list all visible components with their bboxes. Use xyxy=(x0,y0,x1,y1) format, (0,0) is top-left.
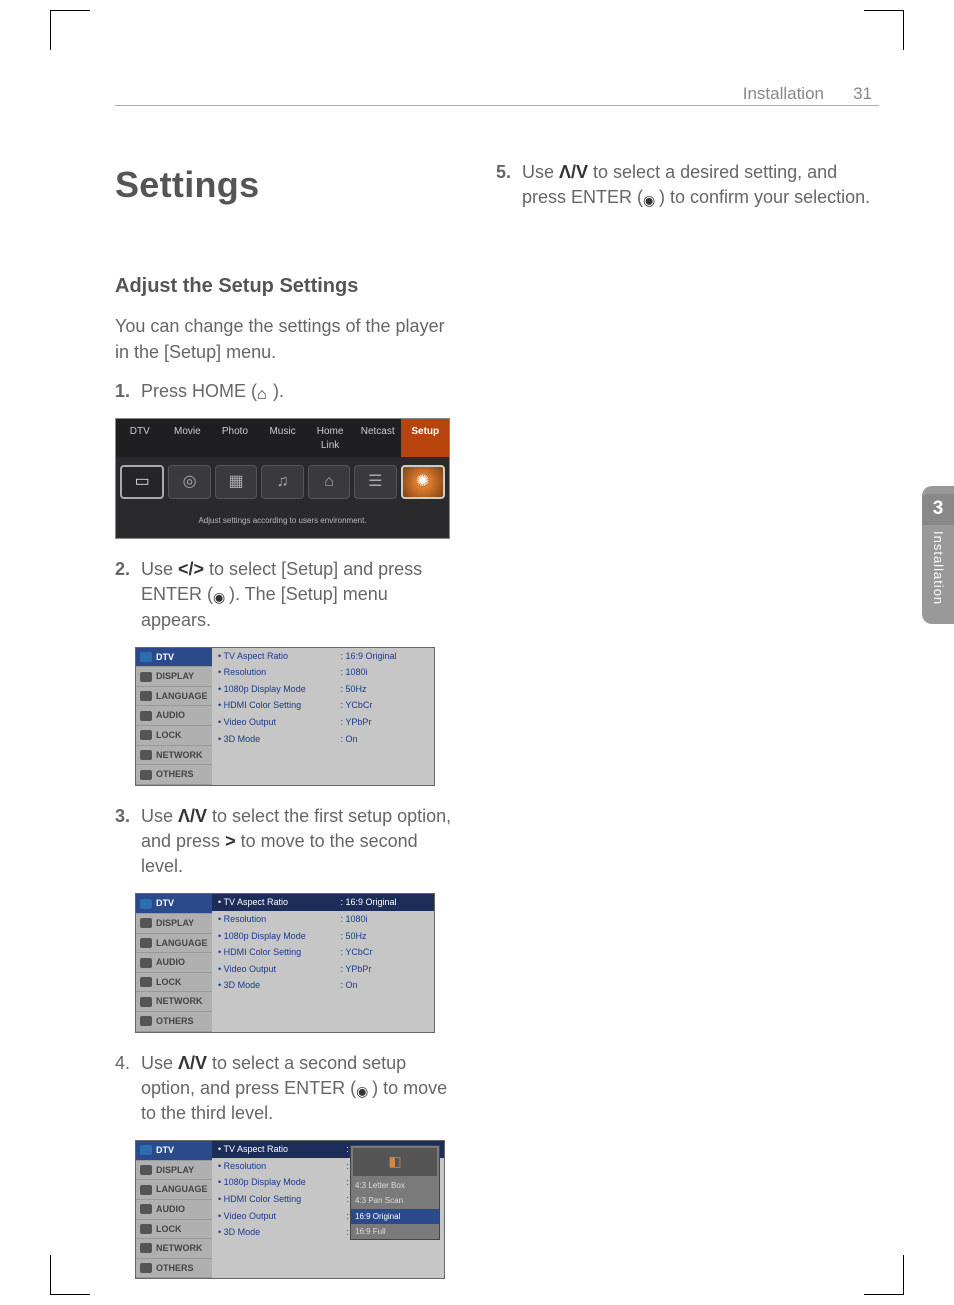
enter-icon xyxy=(213,584,229,600)
setup-row: • Resolution: 1080i xyxy=(212,911,434,928)
step-text: Press HOME ( xyxy=(141,381,257,401)
page-title: Settings xyxy=(115,160,460,210)
enter-icon xyxy=(643,187,659,203)
header-section: Installation xyxy=(743,82,824,106)
side-item-dtv: DTV xyxy=(136,648,212,668)
home-tab: Movie xyxy=(164,419,212,457)
step-1: 1. Press HOME (). xyxy=(115,379,460,404)
home-menu-screenshot: DTV Movie Photo Music Home Link Netcast … xyxy=(115,418,450,539)
step-number: 1. xyxy=(115,379,133,404)
side-item-language: LANGUAGE xyxy=(136,687,212,707)
home-menu-description: Adjust settings according to users envir… xyxy=(116,505,449,538)
side-item-others: OTHERS xyxy=(136,1259,212,1279)
popup-option: 4:3 Letter Box xyxy=(351,1178,439,1193)
setup-menu-screenshot-1: DTV DISPLAY LANGUAGE AUDIO LOCK NETWORK … xyxy=(135,647,435,786)
section-heading: Adjust the Setup Settings xyxy=(115,272,460,300)
setup-row-highlight: • TV Aspect Ratio: 16:9 Original xyxy=(212,894,434,911)
edge-tab-label: Installation xyxy=(929,531,947,605)
home-tab: Photo xyxy=(211,419,259,457)
step-5: 5. Use Λ/V to select a desired setting, … xyxy=(496,160,879,210)
home-tab: Netcast xyxy=(354,419,402,457)
enter-icon xyxy=(356,1078,372,1094)
step-text: Use xyxy=(141,559,178,579)
step-2: 2. Use </> to select [Setup] and press E… xyxy=(115,557,460,633)
step-text: Use xyxy=(522,162,559,182)
netcast-icon: ☰ xyxy=(354,465,396,499)
popup-option: 16:9 Full xyxy=(351,1224,439,1239)
setup-row: • Video Output: YPbPr xyxy=(212,961,434,978)
step-text: Use xyxy=(141,806,178,826)
side-item-dtv: DTV xyxy=(136,1141,212,1161)
home-icon xyxy=(257,381,273,397)
side-item-display: DISPLAY xyxy=(136,1161,212,1181)
step-number: 4. xyxy=(115,1051,133,1127)
side-item-display: DISPLAY xyxy=(136,667,212,687)
side-item-others: OTHERS xyxy=(136,1012,212,1032)
setup-menu-screenshot-3: DTV DISPLAY LANGUAGE AUDIO LOCK NETWORK … xyxy=(135,1140,445,1279)
setup-row: • Video Output: YPbPr xyxy=(212,714,434,731)
aspect-ratio-popup: ◧ 4:3 Letter Box 4:3 Pan Scan 16:9 Origi… xyxy=(350,1145,440,1240)
homelink-icon: ⌂ xyxy=(308,465,350,499)
up-down-icon: Λ/V xyxy=(559,162,588,182)
step-text: ). xyxy=(273,381,284,401)
setup-gear-icon: ✺ xyxy=(401,465,445,499)
music-icon: ♫ xyxy=(261,465,303,499)
side-item-language: LANGUAGE xyxy=(136,1180,212,1200)
right-icon: > xyxy=(225,831,236,851)
home-tab: Music xyxy=(259,419,307,457)
left-right-icon: </> xyxy=(178,559,204,579)
step-4: 4. Use Λ/V to select a second setup opti… xyxy=(115,1051,460,1127)
popup-preview-icon: ◧ xyxy=(353,1148,437,1176)
step-text: Use xyxy=(141,1053,178,1073)
photo-icon: ▦ xyxy=(215,465,257,499)
step-3: 3. Use Λ/V to select the first setup opt… xyxy=(115,804,460,880)
side-item-lock: LOCK xyxy=(136,1220,212,1240)
side-item-lock: LOCK xyxy=(136,726,212,746)
side-item-audio: AUDIO xyxy=(136,1200,212,1220)
side-item-dtv: DTV xyxy=(136,894,212,914)
popup-option-selected: 16:9 Original xyxy=(351,1209,439,1224)
tv-icon: ▭ xyxy=(120,465,164,499)
side-item-lock: LOCK xyxy=(136,973,212,993)
home-tab-setup: Setup xyxy=(401,419,449,457)
setup-row: • Resolution: 1080i xyxy=(212,664,434,681)
side-item-network: NETWORK xyxy=(136,1239,212,1259)
side-item-language: LANGUAGE xyxy=(136,934,212,954)
setup-row: • TV Aspect Ratio: 16:9 Original xyxy=(212,648,434,665)
step-number: 3. xyxy=(115,804,133,880)
side-item-display: DISPLAY xyxy=(136,914,212,934)
setup-row: • HDMI Color Setting: YCbCr xyxy=(212,944,434,961)
up-down-icon: Λ/V xyxy=(178,806,207,826)
home-tab: Home Link xyxy=(306,419,354,457)
up-down-icon: Λ/V xyxy=(178,1053,207,1073)
setup-row: • HDMI Color Setting: YCbCr xyxy=(212,697,434,714)
edge-tab-number: 3 xyxy=(922,494,954,525)
setup-row: • 3D Mode: On xyxy=(212,731,434,748)
step-text: ) to confirm your selection. xyxy=(659,187,870,207)
movie-icon: ◎ xyxy=(168,465,210,499)
setup-row: • 3D Mode: On xyxy=(212,977,434,994)
setup-row: • 1080p Display Mode: 50Hz xyxy=(212,681,434,698)
edge-tab: 3 Installation xyxy=(922,486,954,624)
header-rule xyxy=(115,105,879,106)
step-number: 5. xyxy=(496,160,514,210)
header-page-number: 31 xyxy=(853,82,872,106)
setup-menu-screenshot-2: DTV DISPLAY LANGUAGE AUDIO LOCK NETWORK … xyxy=(135,893,435,1032)
home-tab: DTV xyxy=(116,419,164,457)
side-item-network: NETWORK xyxy=(136,992,212,1012)
side-item-audio: AUDIO xyxy=(136,706,212,726)
popup-option: 4:3 Pan Scan xyxy=(351,1193,439,1208)
side-item-network: NETWORK xyxy=(136,746,212,766)
side-item-others: OTHERS xyxy=(136,765,212,785)
intro-paragraph: You can change the settings of the playe… xyxy=(115,314,460,364)
setup-row: • 1080p Display Mode: 50Hz xyxy=(212,928,434,945)
step-number: 2. xyxy=(115,557,133,633)
side-item-audio: AUDIO xyxy=(136,953,212,973)
